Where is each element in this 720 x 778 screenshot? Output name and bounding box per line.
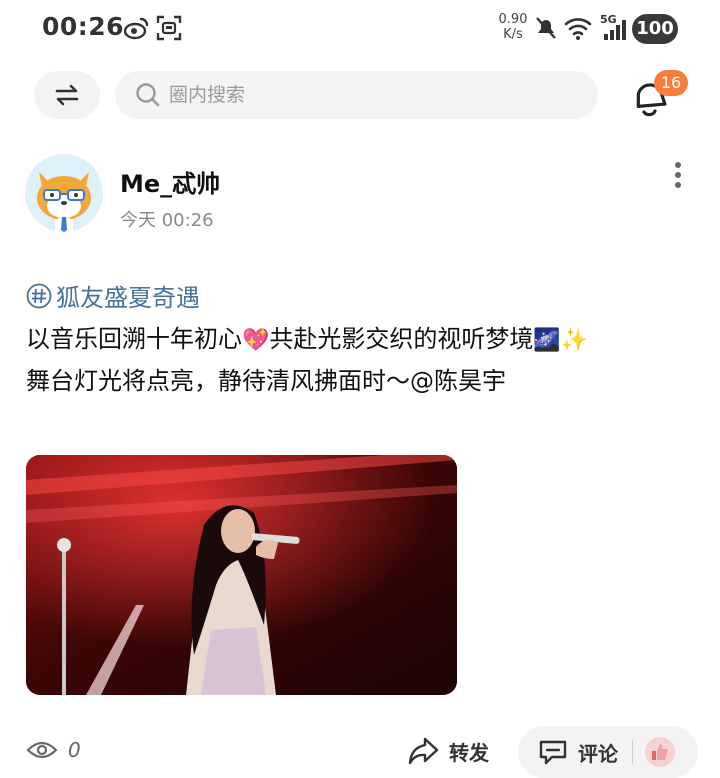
sparkles-emoji-icon: ✨ bbox=[560, 328, 589, 353]
weibo-icon bbox=[124, 17, 149, 40]
wifi-icon bbox=[564, 18, 592, 40]
topic-tag[interactable]: 狐友盛夏奇遇 bbox=[26, 278, 200, 313]
swap-icon bbox=[55, 84, 79, 106]
search-input[interactable] bbox=[167, 83, 571, 107]
mute-icon bbox=[536, 17, 556, 39]
more-dot-icon bbox=[675, 182, 681, 188]
topic-hash-icon bbox=[26, 283, 52, 309]
post-text-segment: 以音乐回溯十年初心 bbox=[26, 325, 242, 353]
divider bbox=[632, 740, 633, 764]
search-bar[interactable] bbox=[115, 71, 598, 119]
post-photo[interactable] bbox=[26, 455, 457, 695]
more-dot-icon bbox=[675, 162, 681, 168]
thumbs-up-icon bbox=[652, 744, 668, 760]
post-line-1: 以音乐回溯十年初心💖共赴光影交织的视听梦境🌌✨ bbox=[26, 319, 696, 361]
fox-avatar-image bbox=[25, 154, 103, 232]
status-bar: 00:26 0.90 K/s 5G 100 bbox=[0, 0, 720, 60]
repost-label: 转发 bbox=[449, 740, 489, 765]
avatar[interactable] bbox=[25, 154, 103, 232]
comment-icon bbox=[539, 740, 567, 765]
heart-emoji-icon: 💖 bbox=[242, 328, 270, 353]
topic-label: 狐友盛夏奇遇 bbox=[56, 284, 200, 312]
view-count: 0 bbox=[26, 738, 81, 762]
net-speed-value: 0.90 bbox=[498, 12, 528, 27]
comment-label: 评论 bbox=[578, 741, 618, 766]
notification-badge: 16 bbox=[654, 70, 688, 96]
signal-icon bbox=[604, 20, 626, 40]
author-name[interactable]: Me_忒帅 bbox=[120, 164, 220, 199]
status-time: 00:26 bbox=[42, 12, 125, 41]
views-count: 0 bbox=[68, 738, 81, 762]
comment-button[interactable]: 评论 bbox=[518, 726, 698, 778]
search-icon bbox=[135, 82, 161, 108]
screenshot-icon bbox=[156, 15, 182, 41]
post-time: 今天 00:26 bbox=[120, 210, 214, 231]
more-options-button[interactable] bbox=[664, 158, 692, 192]
like-button[interactable] bbox=[645, 737, 675, 767]
galaxy-emoji-icon: 🌌 bbox=[533, 328, 561, 353]
switch-button[interactable] bbox=[34, 71, 100, 119]
post-text-segment: 共赴光影交织的视听梦境 bbox=[269, 325, 534, 353]
battery-indicator: 100 bbox=[632, 14, 678, 44]
share-arrow-icon bbox=[408, 737, 439, 765]
post-line-2: 舞台灯光将点亮，静待清风拂面时～@陈昊宇 bbox=[26, 367, 506, 395]
eye-icon bbox=[26, 741, 58, 759]
more-dot-icon bbox=[675, 172, 681, 178]
net-speed-unit: K/s bbox=[503, 27, 523, 42]
net-speed: 0.90 K/s bbox=[494, 12, 532, 42]
post-text: 以音乐回溯十年初心💖共赴光影交织的视听梦境🌌✨ 舞台灯光将点亮，静待清风拂面时～… bbox=[26, 319, 696, 401]
repost-button[interactable]: 转发 bbox=[407, 736, 489, 766]
concert-photo-image bbox=[26, 455, 457, 695]
